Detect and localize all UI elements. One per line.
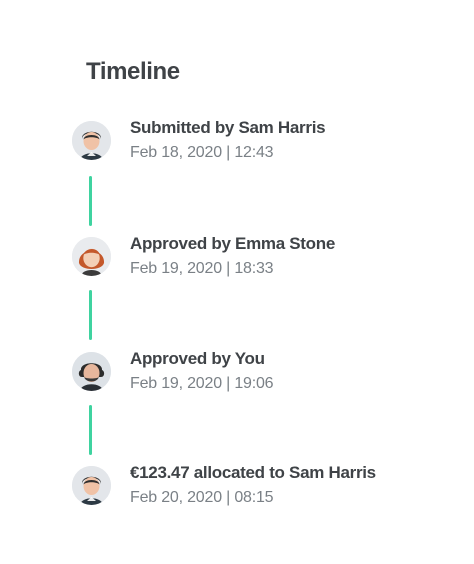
event-label: Approved by Emma Stone — [130, 234, 335, 253]
event-text: Approved by Emma Stone Feb 19, 2020 | 18… — [130, 234, 335, 279]
timeline-connector — [89, 405, 92, 455]
event-text: Approved by You Feb 19, 2020 | 19:06 — [130, 349, 274, 394]
event-text: Submitted by Sam Harris Feb 18, 2020 | 1… — [130, 118, 326, 163]
timeline-event-approved-you: Approved by You Feb 19, 2020 | 19:06 — [72, 349, 432, 399]
timeline-event-approved-emma: Approved by Emma Stone Feb 19, 2020 | 18… — [72, 234, 432, 284]
timeline-event-allocated: €123.47 allocated to Sam Harris Feb 20, … — [72, 463, 432, 513]
event-timestamp: Feb 20, 2020 | 08:15 — [130, 489, 274, 506]
event-timestamp: Feb 19, 2020 | 18:33 — [130, 260, 274, 277]
event-label: Approved by You — [130, 349, 265, 368]
avatar — [72, 352, 111, 391]
avatar — [72, 466, 111, 505]
event-label: Submitted by Sam Harris — [130, 118, 326, 137]
event-timestamp: Feb 19, 2020 | 19:06 — [130, 375, 274, 392]
avatar — [72, 237, 111, 276]
event-timestamp: Feb 18, 2020 | 12:43 — [130, 144, 274, 161]
timeline-connector — [89, 290, 92, 340]
timeline-event-submitted: Submitted by Sam Harris Feb 18, 2020 | 1… — [72, 118, 432, 168]
avatar — [72, 121, 111, 160]
timeline-connector — [89, 176, 92, 226]
timeline: Timeline Submitted by Sam Harris Feb 18,… — [0, 0, 474, 564]
event-text: €123.47 allocated to Sam Harris Feb 20, … — [130, 463, 376, 508]
event-label: €123.47 allocated to Sam Harris — [130, 463, 376, 482]
timeline-title: Timeline — [86, 58, 180, 85]
